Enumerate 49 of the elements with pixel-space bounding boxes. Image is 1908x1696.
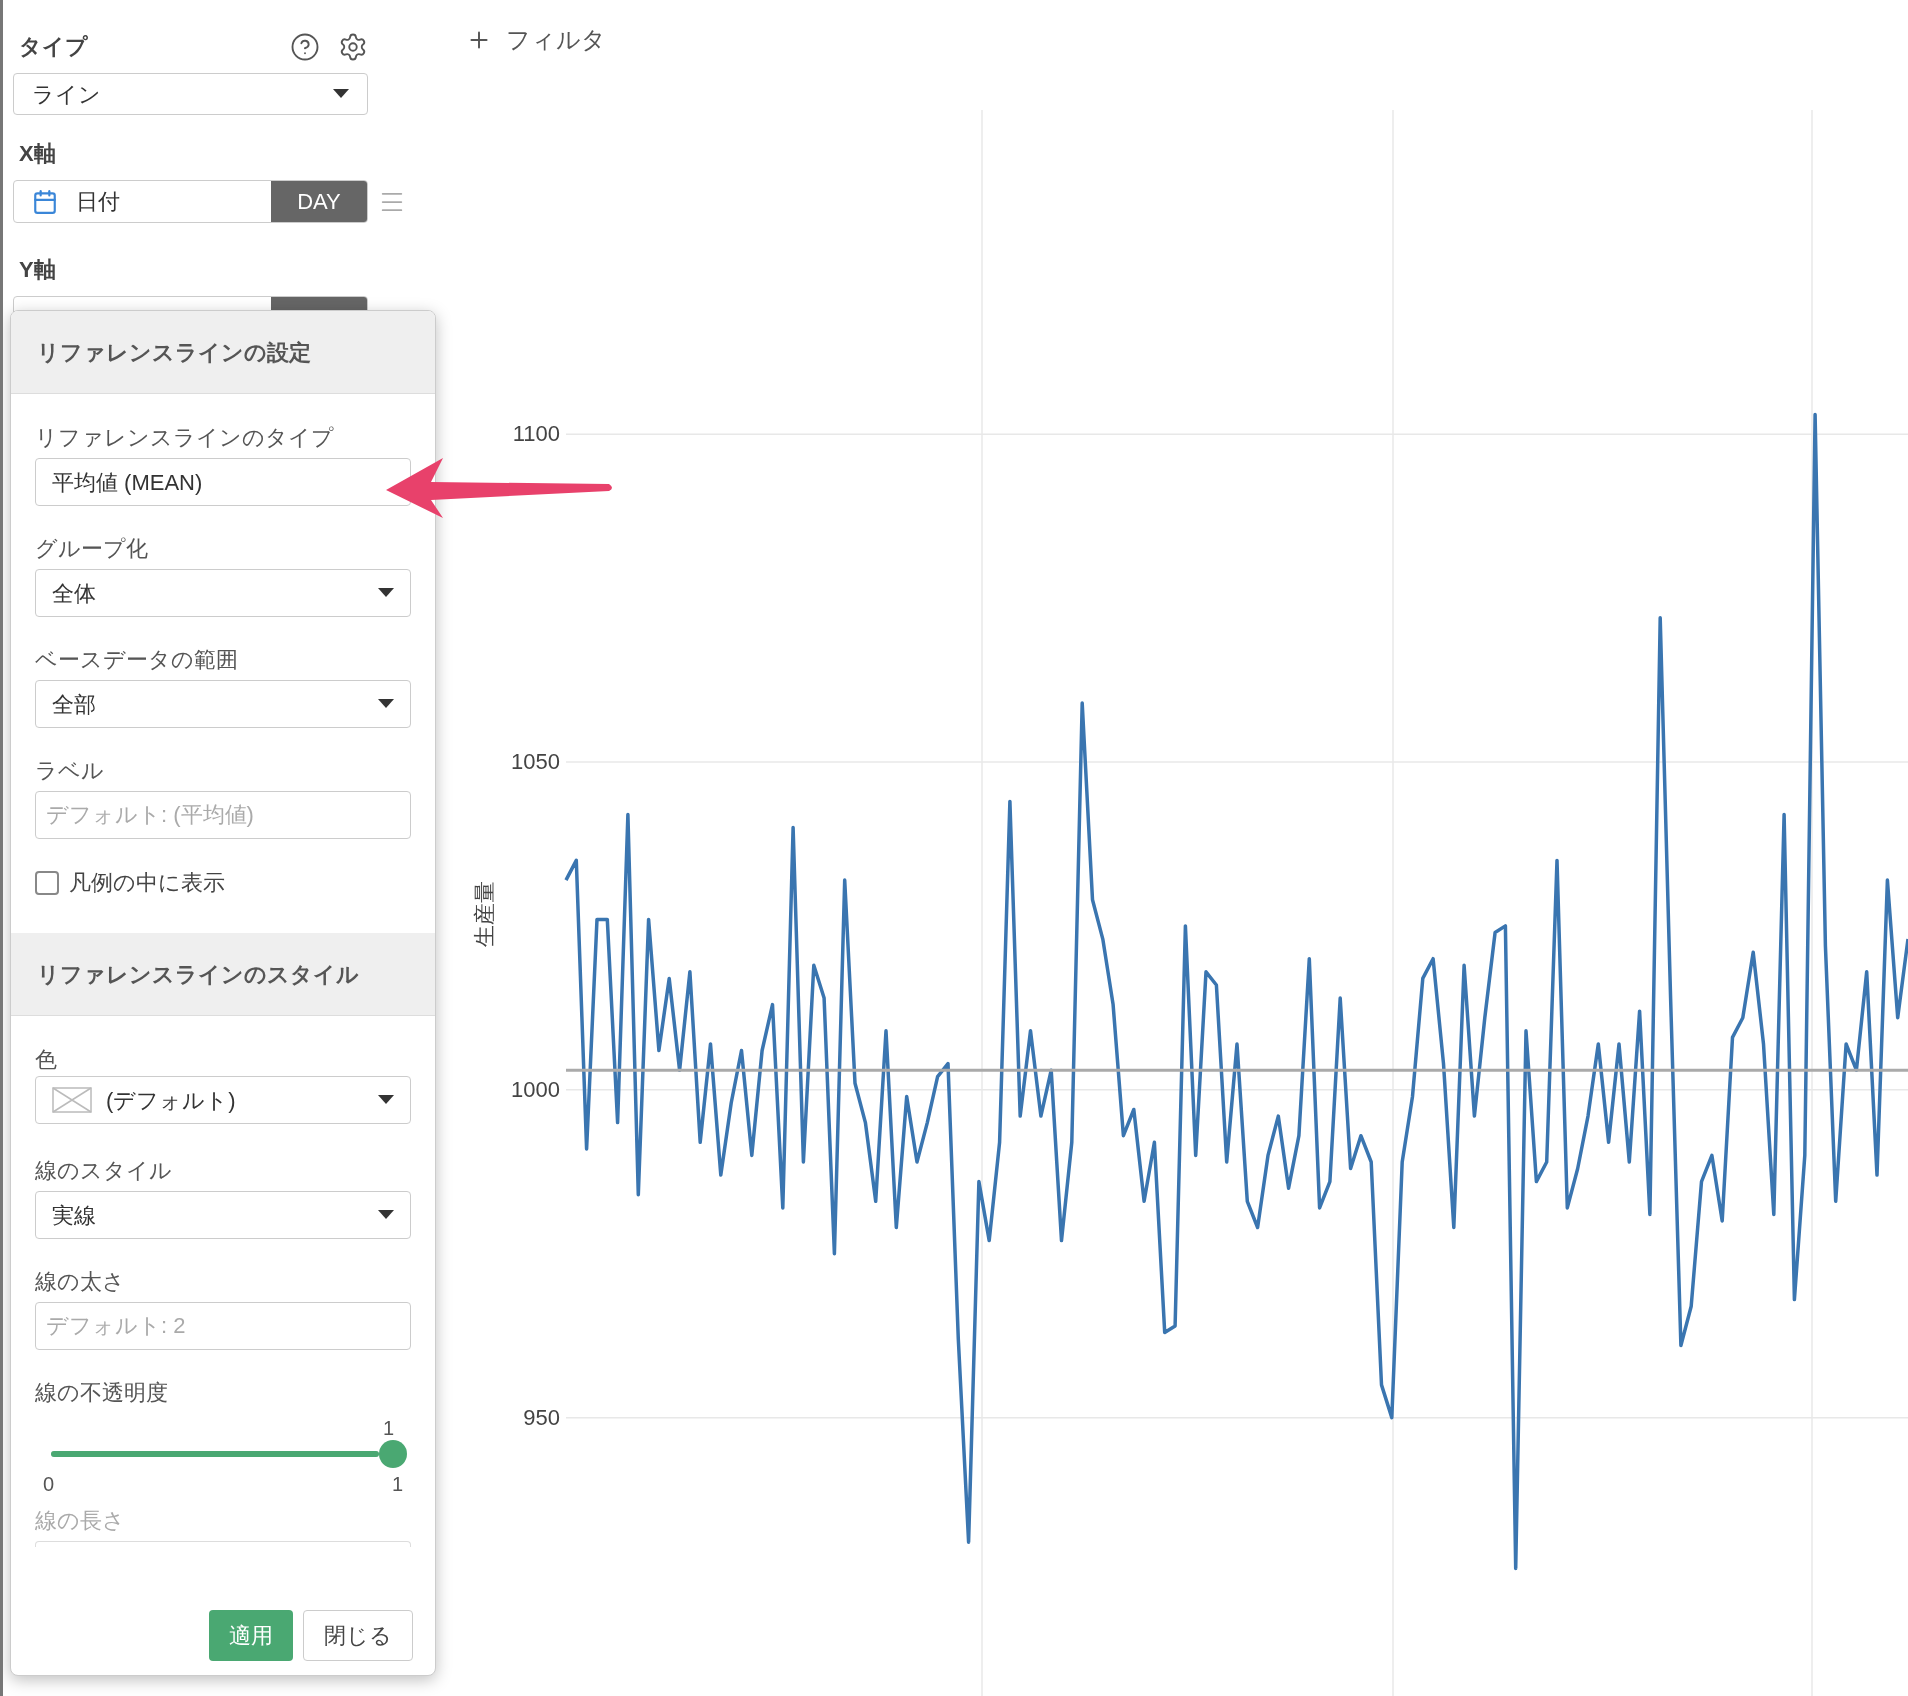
y-tick-label: 1000 — [511, 1076, 560, 1102]
select-field[interactable]: (デフォルト) — [35, 1076, 411, 1124]
caret-icon — [333, 89, 349, 99]
x-axis-field[interactable]: 日付 DAY — [13, 180, 368, 223]
checkbox-row[interactable]: 凡例の中に表示 — [35, 866, 411, 899]
field-label: ラベル — [35, 757, 105, 785]
y-tick-label: 1050 — [511, 749, 560, 775]
input-field[interactable] — [35, 1541, 411, 1547]
close-button[interactable]: 閉じる — [303, 1610, 413, 1661]
checkbox-label: 凡例の中に表示 — [69, 869, 225, 897]
field-label: 線の不透明度 — [35, 1379, 169, 1407]
add-filter-button[interactable]: フィルタ — [466, 22, 606, 58]
caret-icon — [378, 699, 394, 709]
slider-max-label: 1 — [391, 1472, 403, 1497]
popup-section-header: リファレンスラインの設定 — [11, 311, 435, 394]
field-name: 日付 — [76, 188, 120, 216]
input-field[interactable]: 平均値 (MEAN) — [35, 458, 411, 506]
field-label: リファレンスラインのタイプ — [35, 424, 335, 452]
section-label: Y軸 — [18, 256, 57, 284]
field-label: 色 — [35, 1046, 58, 1074]
popup-section-header: リファレンスラインのスタイル — [11, 933, 435, 1016]
help-icon[interactable] — [290, 31, 320, 62]
field-label: 線の長さ — [35, 1507, 126, 1535]
slider-handle[interactable] — [379, 1440, 407, 1468]
section-label: X軸 — [18, 140, 57, 168]
select-field[interactable]: 全体 — [35, 569, 411, 617]
select-field[interactable]: 全部 — [35, 680, 411, 728]
settings-icon[interactable] — [338, 31, 368, 62]
slider-min-label: 0 — [43, 1472, 55, 1497]
input-field[interactable]: デフォルト: (平均値) — [35, 791, 411, 839]
y-tick-label: 1100 — [512, 421, 560, 447]
caret-icon — [378, 588, 394, 598]
y-tick-label: 950 — [523, 1404, 560, 1430]
input-field[interactable]: デフォルト: 2 — [35, 1302, 411, 1350]
unit-badge[interactable]: DAY — [271, 181, 367, 222]
slider-value: 1 — [383, 1416, 395, 1441]
field-label: グループ化 — [35, 535, 149, 563]
field-label: 線の太さ — [35, 1268, 126, 1296]
y-axis-title: 生産量 — [472, 880, 497, 947]
select-field[interactable]: 実線 — [35, 1191, 411, 1239]
caret-icon — [378, 1210, 394, 1220]
no-color-swatch-icon — [52, 1087, 92, 1113]
caret-icon — [378, 1095, 394, 1105]
checkbox[interactable] — [35, 870, 59, 895]
calendar-icon — [32, 188, 58, 215]
field-label: ベースデータの範囲 — [35, 646, 239, 674]
chart-type-select[interactable]: ライン — [13, 73, 368, 115]
field-label: 線のスタイル — [35, 1157, 173, 1185]
section-label: タイプ — [18, 33, 89, 61]
